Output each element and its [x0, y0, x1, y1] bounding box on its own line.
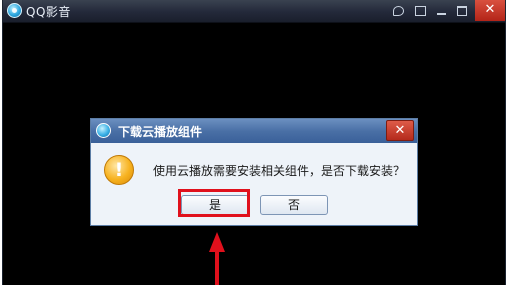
minimize-button[interactable]: [431, 1, 451, 21]
window-titlebar[interactable]: QQ影音 ✕: [3, 0, 505, 23]
window-close-button[interactable]: ✕: [475, 0, 505, 21]
close-icon: ✕: [484, 2, 496, 17]
minimize-icon: [436, 13, 446, 15]
qq-player-logo-icon: [7, 3, 22, 18]
maximize-button[interactable]: [452, 1, 472, 21]
skin-button[interactable]: [388, 1, 408, 21]
dialog-close-button[interactable]: ✕: [386, 120, 414, 141]
dialog-titlebar[interactable]: 下载云播放组件 ✕: [91, 119, 417, 143]
mini-mode-button[interactable]: [410, 1, 430, 21]
no-button[interactable]: 否: [260, 195, 328, 215]
highlight-box: [178, 189, 250, 217]
maximize-icon: [457, 6, 467, 16]
pointer-arrow-icon: [209, 232, 225, 285]
skin-icon: [392, 6, 404, 16]
dialog-title: 下载云播放组件: [118, 125, 203, 139]
close-icon: ✕: [394, 123, 406, 138]
qq-player-logo-icon: [96, 123, 111, 138]
dialog-message: 使用云播放需要安装相关组件，是否下载安装？: [153, 164, 406, 178]
mini-mode-icon: [414, 6, 426, 16]
warning-icon: !: [104, 155, 134, 185]
window-title: QQ影音: [26, 5, 71, 19]
download-cloud-component-dialog: 下载云播放组件 ✕ ! 使用云播放需要安装相关组件，是否下载安装？ 是 否: [90, 118, 418, 226]
